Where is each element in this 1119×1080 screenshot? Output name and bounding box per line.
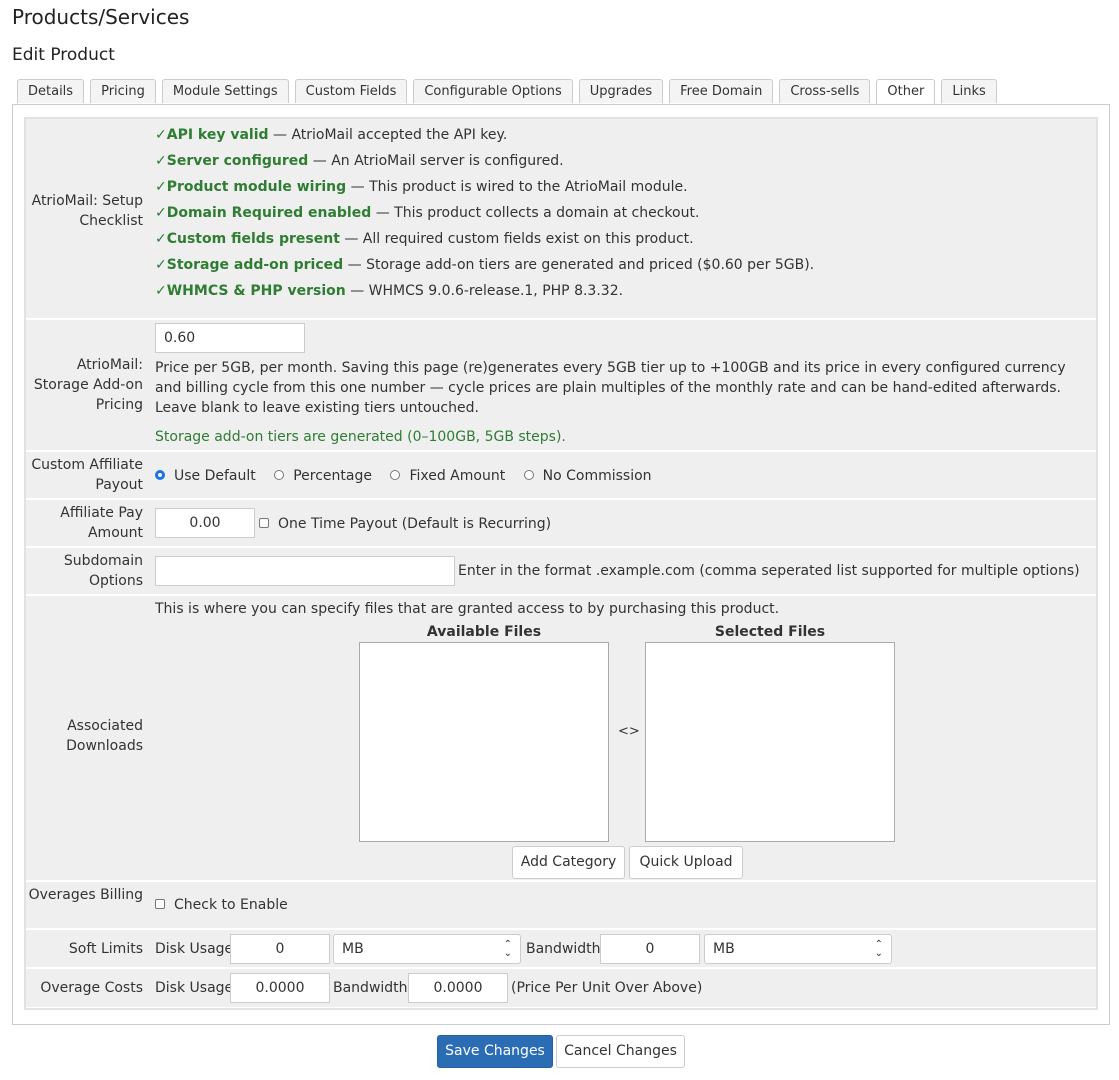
- checklist-item: ✓API key valid — AtrioMail accepted the …: [155, 127, 508, 143]
- soft-limits-row: Soft Limits Disk Usage 0 MB ⌃ ⌄ Bandwidth …: [26, 930, 1096, 967]
- selected-files-list[interactable]: [645, 642, 895, 842]
- radio-no-commission[interactable]: No Commission: [523, 468, 652, 484]
- subdomain-options-row: Subdomain Options Enter in the format .e…: [26, 548, 1096, 594]
- select-arrows-icon: ⌃ ⌄: [874, 939, 883, 959]
- checklist-item: ✓Server configured — An AtrioMail server…: [155, 153, 564, 169]
- radio-button[interactable]: [274, 470, 285, 480]
- affiliate-payout-options: Use Default Percentage Fixed Amount No C…: [155, 466, 652, 486]
- affiliate-pay-amount-row: Affiliate Pay Amount 0.00 One Time Payou…: [26, 500, 1096, 546]
- page-subtitle: Edit Product: [12, 45, 115, 65]
- soft-limits-label: Soft Limits: [68, 941, 143, 957]
- tab-custom-fields[interactable]: Custom Fields: [294, 79, 408, 103]
- affiliate-pay-amount-input[interactable]: 0.00: [155, 508, 255, 538]
- one-time-payout[interactable]: One Time Payout (Default is Recurring): [259, 514, 551, 534]
- storage-status: Storage add-on tiers are generated (0–10…: [155, 429, 566, 445]
- swap-files-icon[interactable]: <>: [618, 722, 640, 742]
- soft-bandwidth-input[interactable]: 0: [600, 934, 700, 964]
- checklist-item: ✓Product module wiring — This product is…: [155, 179, 688, 195]
- tab-pricing[interactable]: Pricing: [90, 79, 156, 103]
- radio-use-default[interactable]: Use Default: [155, 468, 256, 484]
- downloads-intro: This is where you can specify files that…: [155, 601, 780, 617]
- tab-configurable-options[interactable]: Configurable Options: [413, 79, 573, 103]
- storage-price-input[interactable]: 0.60: [155, 323, 305, 353]
- overages-billing-row: Overages Billing Check to Enable: [26, 882, 1096, 928]
- check-icon: ✓: [155, 153, 167, 169]
- soft-disk-label: Disk Usage: [155, 941, 234, 957]
- tab-upgrades[interactable]: Upgrades: [578, 79, 664, 103]
- add-category-button[interactable]: Add Category: [512, 846, 625, 879]
- setup-checklist-label: AtrioMail: Setup Checklist: [31, 193, 143, 229]
- checklist-item: ✓Custom fields present — All required cu…: [155, 231, 694, 247]
- overage-costs-row: Overage Costs Disk Usage 0.0000 Bandwidt…: [26, 969, 1096, 1007]
- storage-pricing-help: Price per 5GB, per month. Saving this pa…: [155, 360, 1066, 416]
- cost-bandwidth-input[interactable]: 0.0000: [408, 973, 508, 1003]
- tab-free-domain[interactable]: Free Domain: [669, 79, 774, 103]
- cancel-changes-button[interactable]: Cancel Changes: [556, 1035, 685, 1068]
- associated-downloads-label: Associated Downloads: [66, 718, 143, 754]
- tab-cross-sells[interactable]: Cross-sells: [779, 79, 871, 103]
- checklist-item: ✓Storage add-on priced — Storage add-on …: [155, 257, 815, 273]
- page-title: Products/Services: [12, 5, 190, 29]
- cost-disk-label: Disk Usage: [155, 980, 234, 996]
- check-icon: ✓: [155, 179, 167, 195]
- check-icon: ✓: [155, 283, 167, 299]
- check-icon: ✓: [155, 205, 167, 221]
- subdomain-options-label: Subdomain Options: [63, 553, 143, 589]
- check-icon: ✓: [155, 231, 167, 247]
- overages-billing-label: Overages Billing: [28, 887, 143, 903]
- setup-checklist-row: AtrioMail: Setup Checklist ✓API key vali…: [26, 119, 1096, 318]
- affiliate-payout-label: Custom Affiliate Payout: [31, 457, 143, 493]
- soft-bandwidth-label: Bandwidth: [526, 941, 601, 957]
- selected-files-header: Selected Files: [714, 624, 826, 640]
- setup-checklist: ✓API key valid — AtrioMail accepted the …: [155, 122, 1096, 304]
- tab-other[interactable]: Other: [876, 79, 936, 105]
- quick-upload-button[interactable]: Quick Upload: [629, 846, 743, 879]
- price-per-unit-note: (Price Per Unit Over Above): [511, 980, 703, 996]
- radio-button[interactable]: [390, 470, 401, 480]
- tab-bar: Details Pricing Module Settings Custom F…: [17, 79, 1003, 105]
- tab-details[interactable]: Details: [17, 79, 85, 103]
- radio-button[interactable]: [155, 470, 165, 480]
- settings-table: AtrioMail: Setup Checklist ✓API key vali…: [24, 117, 1098, 1010]
- checklist-item: ✓WHMCS & PHP version — WHMCS 9.0.6-relea…: [155, 283, 624, 299]
- soft-disk-unit-select[interactable]: MB ⌃ ⌄: [333, 934, 521, 964]
- cost-disk-input[interactable]: 0.0000: [230, 973, 330, 1003]
- associated-downloads-row: Associated Downloads This is where you c…: [26, 596, 1096, 880]
- overages-enable-checkbox[interactable]: [155, 899, 165, 909]
- soft-bandwidth-unit-select[interactable]: MB ⌃ ⌄: [704, 934, 892, 964]
- radio-percentage[interactable]: Percentage: [274, 468, 372, 484]
- overage-costs-label: Overage Costs: [40, 980, 143, 996]
- subdomain-help: Enter in the format .example.com (comma …: [458, 563, 1080, 579]
- radio-button[interactable]: [523, 470, 534, 480]
- storage-pricing-row: AtrioMail: Storage Add-on Pricing 0.60 P…: [26, 320, 1096, 450]
- select-arrows-icon: ⌃ ⌄: [503, 939, 512, 959]
- available-files-header: Available Files: [426, 624, 542, 640]
- overages-enable[interactable]: Check to Enable: [155, 895, 288, 915]
- one-time-payout-checkbox[interactable]: [259, 518, 269, 528]
- available-files-list[interactable]: [359, 642, 609, 842]
- save-changes-button[interactable]: Save Changes: [437, 1035, 553, 1068]
- affiliate-pay-amount-label: Affiliate Pay Amount: [60, 505, 143, 541]
- tab-module-settings[interactable]: Module Settings: [161, 79, 289, 103]
- affiliate-payout-row: Custom Affiliate Payout Use Default Perc…: [26, 452, 1096, 498]
- tab-panel: AtrioMail: Setup Checklist ✓API key vali…: [12, 104, 1110, 1025]
- check-icon: ✓: [155, 127, 167, 143]
- soft-disk-input[interactable]: 0: [230, 934, 330, 964]
- storage-pricing-label: AtrioMail: Storage Add-on Pricing: [33, 357, 143, 413]
- checklist-item: ✓Domain Required enabled — This product …: [155, 205, 700, 221]
- check-icon: ✓: [155, 257, 167, 273]
- subdomain-options-input[interactable]: [155, 556, 455, 586]
- cost-bandwidth-label: Bandwidth: [333, 980, 408, 996]
- tab-links[interactable]: Links: [941, 79, 997, 103]
- radio-fixed-amount[interactable]: Fixed Amount: [390, 468, 505, 484]
